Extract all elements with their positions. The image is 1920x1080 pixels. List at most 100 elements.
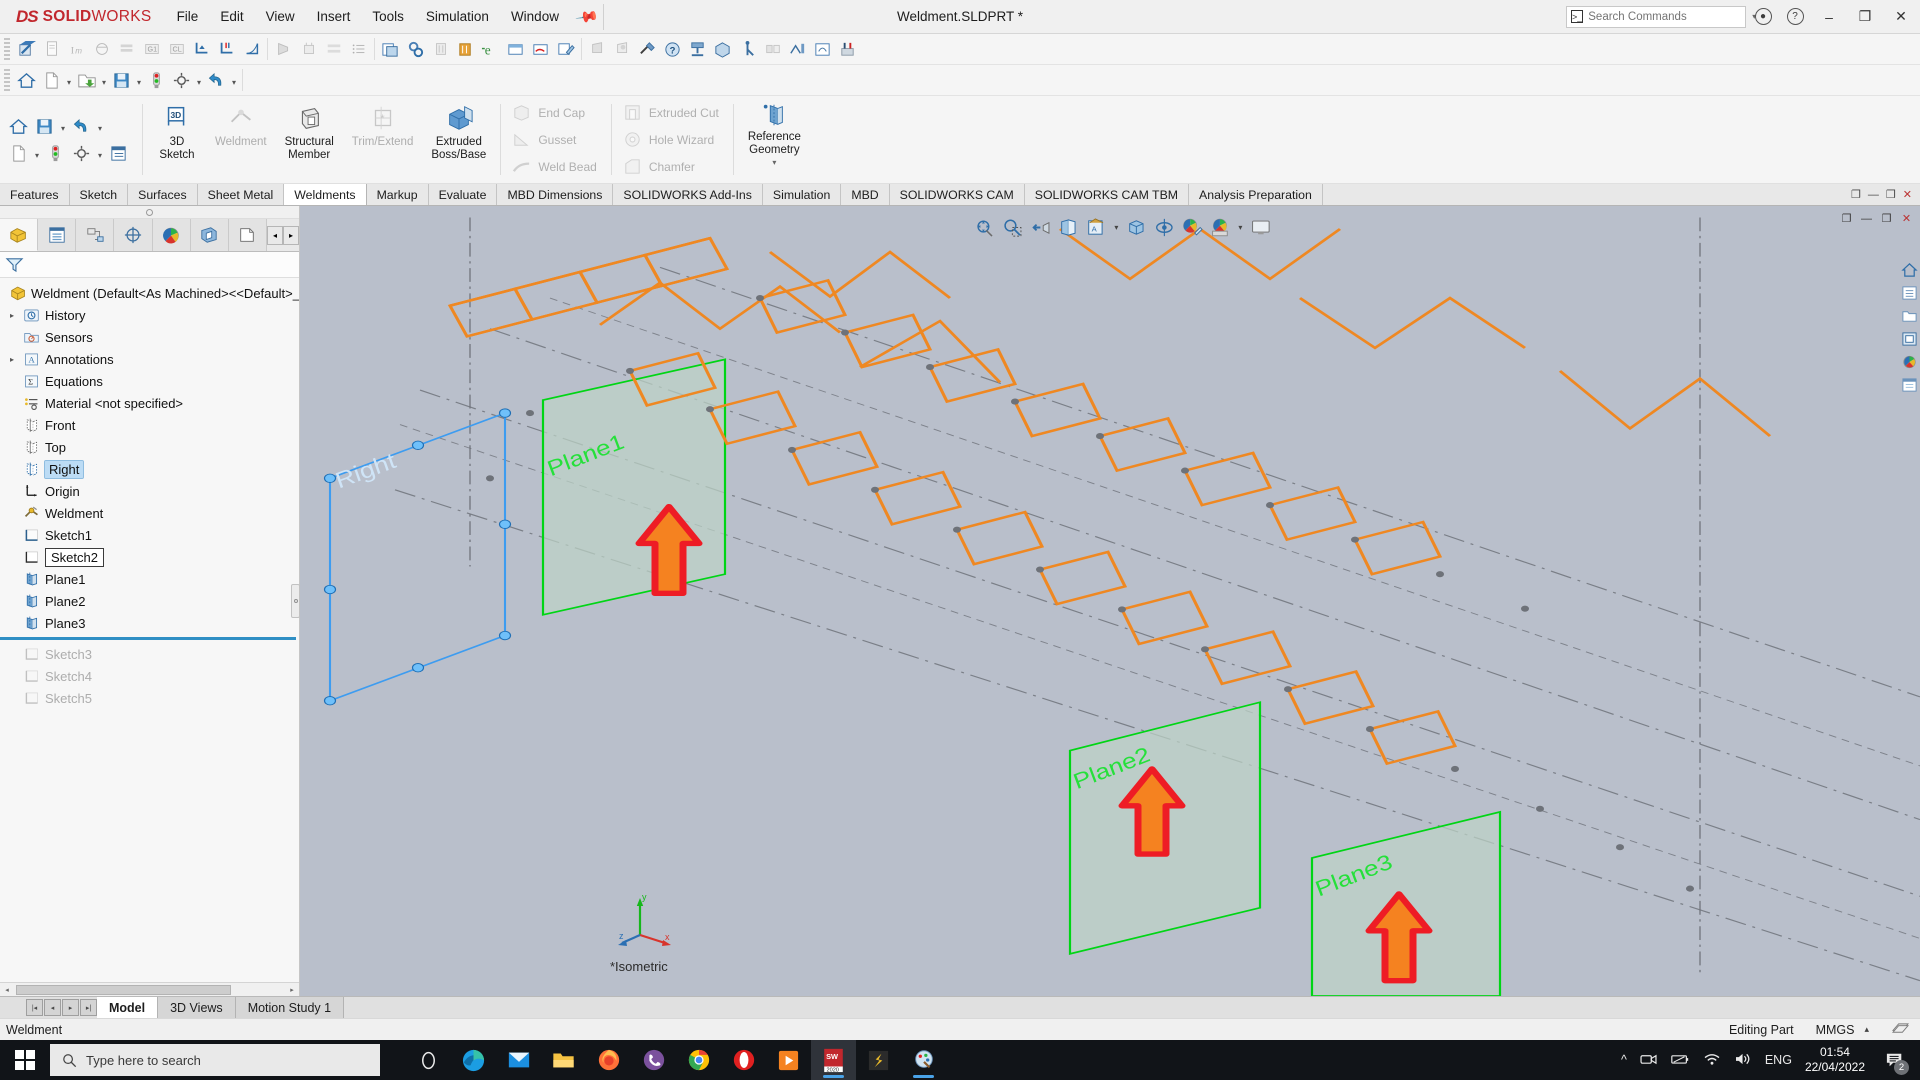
display-style-icon[interactable] (1123, 214, 1150, 240)
menu-simulation[interactable]: Simulation (415, 5, 500, 28)
restore-button[interactable]: ❐ (1848, 1, 1882, 33)
tab-scroll-right[interactable]: ▸ (282, 225, 299, 245)
face-curvature-icon[interactable] (610, 37, 635, 62)
cm-customize-icon[interactable] (106, 141, 131, 166)
save-caret[interactable]: ▾ (134, 68, 144, 93)
view-home-icon[interactable] (1898, 258, 1920, 281)
tab-last-button[interactable]: ▸| (80, 999, 97, 1016)
settings-tools-icon[interactable] (635, 37, 660, 62)
view-orientation-icon[interactable]: A (1083, 214, 1110, 240)
undo-icon[interactable] (204, 68, 229, 93)
undercut-analysis-icon[interactable] (296, 37, 321, 62)
open-document-icon[interactable] (74, 68, 99, 93)
cam-operation-tree-tab[interactable] (228, 219, 267, 251)
section-properties-icon[interactable] (114, 37, 139, 62)
cmd-end-cap[interactable]: End Cap (506, 99, 605, 126)
tab-markup[interactable]: Markup (366, 184, 429, 205)
menu-window[interactable]: Window (500, 5, 570, 28)
menu-insert[interactable]: Insert (306, 5, 362, 28)
volume-icon[interactable] (1734, 1052, 1752, 1069)
thickness-analysis-icon[interactable] (785, 37, 810, 62)
tab-analysis-preparation[interactable]: Analysis Preparation (1189, 184, 1323, 205)
tree-item-origin[interactable]: Origin (0, 480, 299, 502)
draft-analysis-icon[interactable] (271, 37, 296, 62)
tab-scroll-left[interactable]: ◂ (266, 225, 283, 245)
annotations-expander[interactable]: ▸ (6, 355, 18, 364)
annotate-icon[interactable] (553, 37, 578, 62)
viewport-close-icon[interactable]: ✕ (1898, 211, 1915, 226)
tools-gear-icon[interactable] (403, 37, 428, 62)
geometry-analysis-icon[interactable] (710, 37, 735, 62)
hscroll-right[interactable]: ▸ (285, 983, 299, 996)
tab-weldments[interactable]: Weldments (284, 184, 367, 205)
overlay-icon[interactable] (1891, 1021, 1910, 1039)
tree-item-top[interactable]: Top (0, 436, 299, 458)
cmd-weld-bead[interactable]: Weld Bead (506, 153, 605, 180)
feature-xpert-icon[interactable] (735, 37, 760, 62)
undo-caret[interactable]: ▾ (229, 68, 239, 93)
tree-item-plane3[interactable]: Plane3 (0, 612, 299, 634)
cortana-icon[interactable] (406, 1040, 451, 1080)
compare-documents-icon[interactable] (378, 37, 403, 62)
cmd-chamfer[interactable]: Chamfer (617, 153, 728, 180)
cam-feature-tree-tab[interactable] (190, 219, 229, 251)
tree-item-plane2[interactable]: Plane2 (0, 590, 299, 612)
rebuild-icon[interactable] (144, 68, 169, 93)
tree-item-sketch2[interactable]: Sketch2 (0, 546, 299, 568)
cmd-refgeom-dropdown-caret[interactable]: ▾ (772, 158, 776, 167)
camera-icon[interactable] (1640, 1052, 1657, 1069)
taskbar-clock[interactable]: 01:54 22/04/2022 (1805, 1045, 1865, 1075)
options-caret[interactable]: ▾ (194, 68, 204, 93)
close-doc-icon[interactable]: ✕ (1903, 188, 1912, 201)
cmd-extruded-boss-base[interactable]: Extruded Boss/Base (422, 96, 495, 183)
media-player-icon[interactable] (766, 1040, 811, 1080)
document-properties-icon[interactable] (39, 37, 64, 62)
menu-view[interactable]: View (255, 5, 306, 28)
toolbar-grip[interactable] (4, 38, 10, 60)
heads-up-view-toolbar[interactable]: A ▾ ▾ (968, 212, 1277, 242)
new-document-icon[interactable] (39, 68, 64, 93)
tree-item-right[interactable]: Right (0, 458, 299, 480)
sublime-text-icon[interactable] (856, 1040, 901, 1080)
tab-mbd-dimensions[interactable]: MBD Dimensions (497, 184, 614, 205)
tree-item-annotations[interactable]: ▸ A Annotations (0, 348, 299, 370)
tab-nav-buttons[interactable]: |◂ ◂ ▸ ▸| (0, 997, 97, 1018)
tray-chevron-icon[interactable]: ^ (1621, 1053, 1627, 1067)
cm-new-doc-icon[interactable] (6, 141, 31, 166)
options-icon[interactable] (169, 68, 194, 93)
view-orientation-caret[interactable]: ▾ (1111, 214, 1122, 240)
viewport-restore-icon[interactable]: ❐ (1838, 211, 1855, 226)
feature-tree-horizontal-scrollbar[interactable]: ◂ ▸ (0, 982, 299, 996)
tree-item-front[interactable]: Front (0, 414, 299, 436)
quick-access-grip[interactable] (4, 69, 10, 91)
status-units-caret[interactable]: ▴ (1864, 1024, 1869, 1035)
dimxpert-manager-tab[interactable] (114, 219, 153, 251)
viber-icon[interactable] (631, 1040, 676, 1080)
tree-item-history[interactable]: ▸ History (0, 304, 299, 326)
edit-appearance-icon[interactable] (1179, 214, 1206, 240)
status-units[interactable]: MMGS (1816, 1023, 1855, 1037)
cm-save-icon[interactable] (32, 114, 57, 139)
hide-show-items-icon[interactable] (1151, 214, 1178, 240)
import-diagnostics-icon[interactable] (453, 37, 478, 62)
tab-sketch[interactable]: Sketch (69, 184, 129, 205)
cmd-weldment[interactable]: Weldment (206, 96, 276, 183)
tab-prev-button[interactable]: ◂ (44, 999, 61, 1016)
search-commands-box[interactable]: >_ ▾ (1566, 5, 1756, 28)
view-list-icon[interactable] (1898, 281, 1920, 304)
markup-icon[interactable] (528, 37, 553, 62)
help-button[interactable]: ? (1780, 4, 1810, 30)
zoom-to-fit-icon[interactable] (971, 214, 998, 240)
cm-save-caret[interactable]: ▾ (58, 114, 68, 139)
cm-options-icon[interactable] (69, 141, 94, 166)
tab-surfaces[interactable]: Surfaces (128, 184, 198, 205)
g1-check-icon[interactable]: G1 (139, 37, 164, 62)
tree-root-weldment[interactable]: Weldment (Default<As Machined><<Default>… (0, 282, 299, 304)
menu-bar[interactable]: File Edit View Insert Tools Simulation W… (166, 5, 600, 30)
deviation-analysis-icon[interactable] (189, 37, 214, 62)
tray-language[interactable]: ENG (1765, 1053, 1792, 1067)
section-view-icon[interactable] (1055, 214, 1082, 240)
shaded-face-icon[interactable] (585, 37, 610, 62)
save-icon[interactable] (109, 68, 134, 93)
rollback-bar[interactable] (0, 637, 296, 640)
